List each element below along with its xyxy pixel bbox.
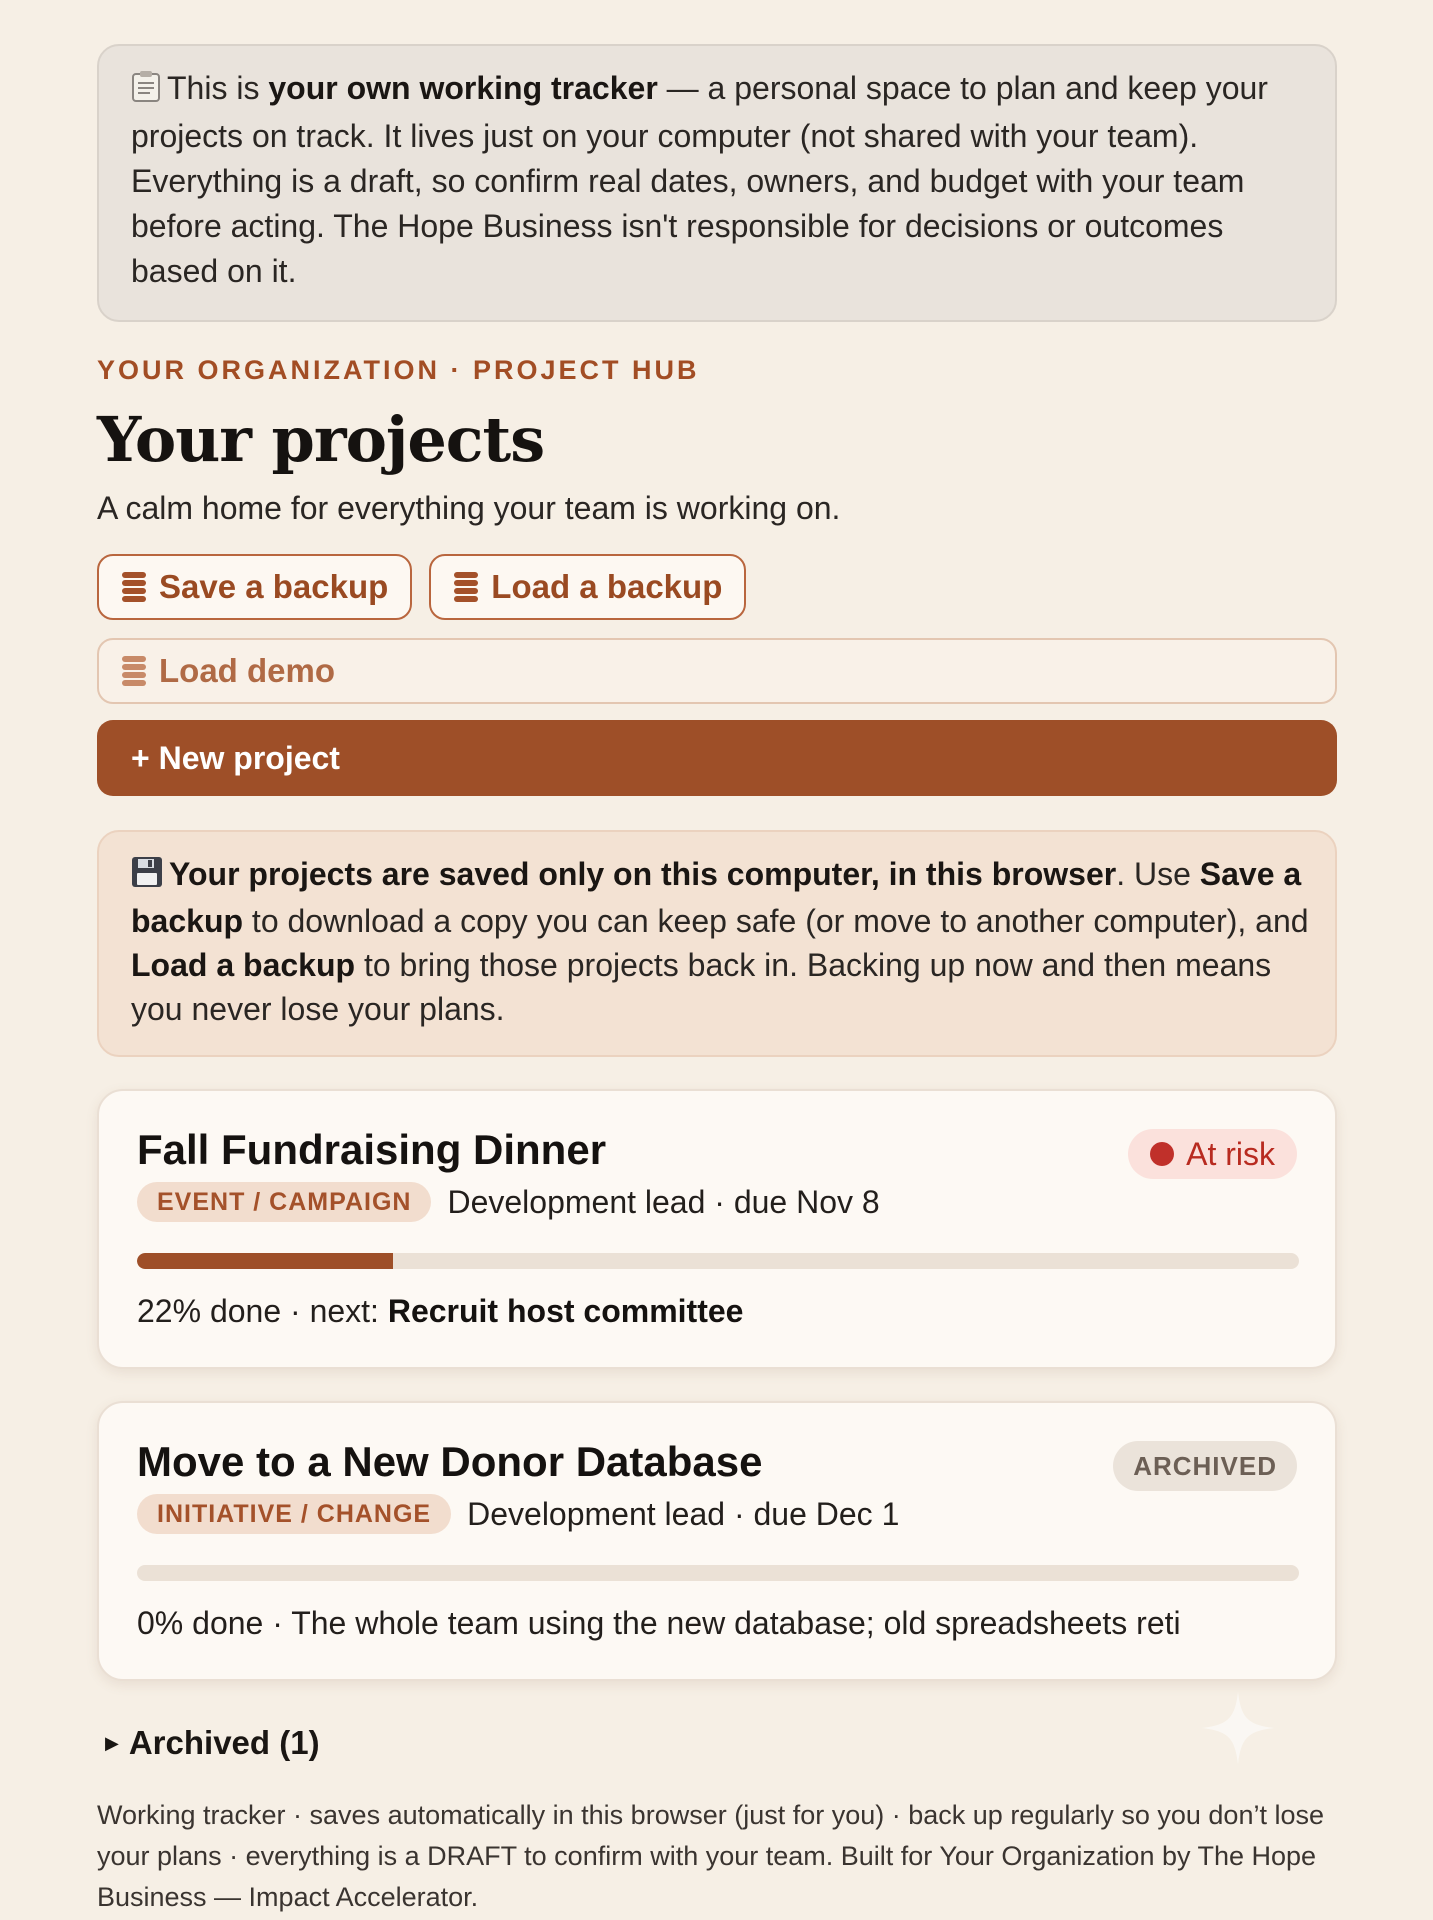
clipboard-icon (131, 69, 161, 114)
backup-text-2: to download a copy you can keep safe (or… (243, 903, 1309, 939)
disclaimer-pre: This is (167, 70, 269, 106)
archived-toggle[interactable]: ▶ Archived (1) (97, 1721, 1337, 1765)
sparkle-icon (1200, 1690, 1276, 1771)
project-type-tag: EVENT / CAMPAIGN (137, 1182, 432, 1222)
load-demo-button[interactable]: Load demo (97, 638, 1337, 704)
page-subtitle: A calm home for everything your team is … (97, 490, 841, 526)
progress-summary: 22% done · next: Recruit host committee (137, 1289, 1297, 1333)
project-card[interactable]: Move to a New Donor Database ARCHIVED IN… (97, 1401, 1337, 1681)
project-owner-due: Development lead · due Nov 8 (447, 1183, 880, 1220)
backup-info: Your projects are saved only on this com… (97, 830, 1337, 1057)
status-badge: ARCHIVED (1113, 1441, 1297, 1491)
backup-bold-1: Your projects are saved only on this com… (169, 856, 1117, 892)
status-badge: At risk (1128, 1129, 1297, 1179)
project-card[interactable]: Fall Fundraising Dinner At risk EVENT / … (97, 1089, 1337, 1369)
disclaimer-bold: your own working tracker (268, 70, 658, 106)
project-meta: EVENT / CAMPAIGN Development lead · due … (137, 1181, 1297, 1223)
next-step: Recruit host committee (387, 1293, 744, 1329)
eyebrow: YOUR ORGANIZATION · PROJECT HUB (97, 355, 700, 385)
progress-text: 22% done · next: (137, 1293, 388, 1329)
load-demo-label: Load demo (159, 652, 336, 689)
backup-text-1: . Use (1116, 856, 1200, 892)
save-backup-label: Save a backup (159, 568, 389, 605)
database-icon (121, 570, 147, 604)
load-backup-button[interactable]: Load a backup (429, 554, 747, 620)
progress-track (137, 1565, 1299, 1581)
project-meta: INITIATIVE / CHANGE Development lead · d… (137, 1493, 1297, 1535)
progress-fill (137, 1253, 393, 1269)
new-project-button[interactable]: + New project (97, 720, 1337, 796)
status-dot-icon (1150, 1142, 1175, 1166)
page-title: Your projects (97, 403, 545, 476)
load-backup-label: Load a backup (491, 568, 723, 605)
project-owner-due: Development lead · due Dec 1 (467, 1495, 900, 1532)
footer-note: Working tracker · saves automatically in… (97, 1800, 1324, 1912)
backup-actions: Save a backup Load a backup (97, 554, 1337, 620)
new-project-label: + New project (131, 739, 340, 776)
tracker-disclaimer: This is your own working tracker — a per… (97, 44, 1337, 322)
database-icon (121, 654, 147, 688)
backup-bold-3: Load a backup (131, 947, 356, 983)
progress-track (137, 1253, 1299, 1269)
database-icon (453, 570, 479, 604)
progress-text: 0% done · The whole team using the new d… (137, 1605, 1181, 1641)
floppy-disk-icon (131, 855, 163, 899)
status-label: ARCHIVED (1133, 1450, 1277, 1481)
project-type-tag: INITIATIVE / CHANGE (137, 1494, 452, 1534)
archived-toggle-label: Archived (1) (128, 1724, 320, 1761)
project-name: Fall Fundraising Dinner (137, 1126, 607, 1173)
caret-right-icon: ▶ (105, 1733, 119, 1753)
page-container: This is your own working tracker — a per… (97, 44, 1337, 1918)
progress-summary: 0% done · The whole team using the new d… (137, 1601, 1297, 1645)
status-label: At risk (1186, 1135, 1275, 1172)
save-backup-button[interactable]: Save a backup (97, 554, 413, 620)
